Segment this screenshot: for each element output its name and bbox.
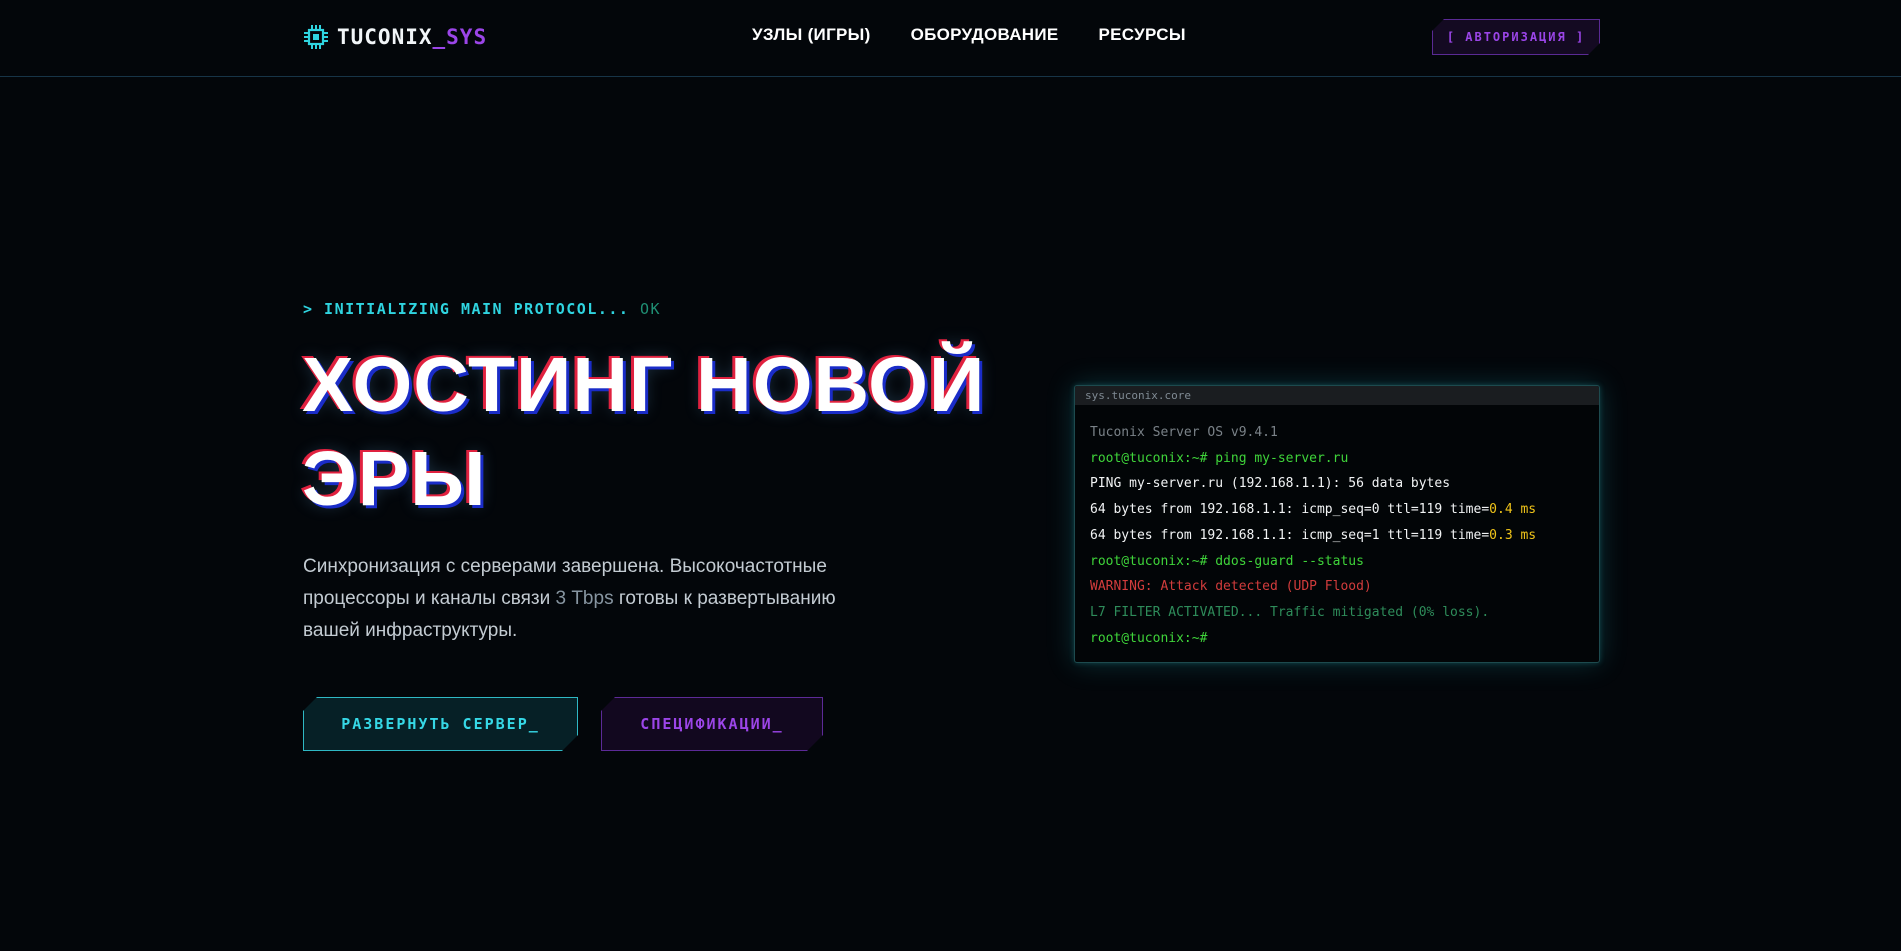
terminal-prompt: root@tuconix:~# xyxy=(1090,630,1208,646)
ping-reply-text: 64 bytes from 192.168.1.1: icmp_seq=0 tt… xyxy=(1090,502,1490,518)
ping-time: 0.4 ms xyxy=(1489,502,1537,518)
init-ok-status: OK xyxy=(640,300,662,318)
hero-title-line-2: ЭРЫ xyxy=(302,436,487,522)
bandwidth-highlight: 3 Tbps xyxy=(555,588,614,609)
terminal-line: PING my-server.ru (192.168.1.1): 56 data… xyxy=(1090,476,1451,492)
terminal-warning-line: WARNING: Attack detected (UDP Flood) xyxy=(1090,579,1372,595)
hero-title-line-1: ХОСТИНГ НОВОЙ xyxy=(302,342,986,428)
terminal-line: root@tuconix:~# ddos-guard --status xyxy=(1090,553,1364,569)
nav-link-hardware[interactable]: ОБОРУДОВАНИЕ xyxy=(911,25,1059,45)
top-navigation: TUCONIX_SYS УЗЛЫ (ИГРЫ) ОБОРУДОВАНИЕ РЕС… xyxy=(0,0,1901,77)
brand-name: TUCONIX xyxy=(337,25,433,49)
terminal-line: L7 FILTER ACTIVATED... Traffic mitigated… xyxy=(1090,604,1490,620)
brand-logo[interactable]: TUCONIX_SYS xyxy=(303,24,487,50)
ping-time: 0.3 ms xyxy=(1489,527,1537,543)
terminal-window: sys.tuconix.core Tuconix Server OS v9.4.… xyxy=(1074,385,1600,663)
nav-link-nodes-games[interactable]: УЗЛЫ (ИГРЫ) xyxy=(752,25,871,45)
chip-icon xyxy=(304,25,328,49)
terminal-title-bar: sys.tuconix.core xyxy=(1075,386,1599,405)
init-status-line: > INITIALIZING MAIN PROTOCOL... OK xyxy=(303,300,661,318)
init-prefix: > INITIALIZING MAIN PROTOCOL... xyxy=(303,300,630,318)
terminal-output: Tuconix Server OS v9.4.1 root@tuconix:~#… xyxy=(1075,405,1599,651)
terminal-line: 64 bytes from 192.168.1.1: icmp_seq=1 tt… xyxy=(1090,523,1584,549)
brand-suffix: _SYS xyxy=(432,25,488,49)
terminal-line: root@tuconix:~# ping my-server.ru xyxy=(1090,450,1349,466)
deploy-server-button[interactable]: РАЗВЕРНУТЬ СЕРВЕР_ xyxy=(303,697,578,751)
page: TUCONIX_SYS УЗЛЫ (ИГРЫ) ОБОРУДОВАНИЕ РЕС… xyxy=(0,0,1901,951)
ping-reply-text: 64 bytes from 192.168.1.1: icmp_seq=1 tt… xyxy=(1090,527,1490,543)
specifications-button[interactable]: СПЕЦИФИКАЦИИ_ xyxy=(601,697,823,751)
hero-description: Синхронизация с серверами завершена. Выс… xyxy=(303,551,883,647)
hero-title: ХОСТИНГ НОВОЙ ЭРЫ xyxy=(302,338,1022,526)
login-button[interactable]: [ АВТОРИЗАЦИЯ ] xyxy=(1432,19,1600,55)
terminal-line: Tuconix Server OS v9.4.1 xyxy=(1090,425,1278,440)
main-menu: УЗЛЫ (ИГРЫ) ОБОРУДОВАНИЕ РЕСУРСЫ xyxy=(752,25,1186,45)
terminal-line: 64 bytes from 192.168.1.1: icmp_seq=0 tt… xyxy=(1090,497,1584,523)
nav-link-resources[interactable]: РЕСУРСЫ xyxy=(1099,25,1186,45)
